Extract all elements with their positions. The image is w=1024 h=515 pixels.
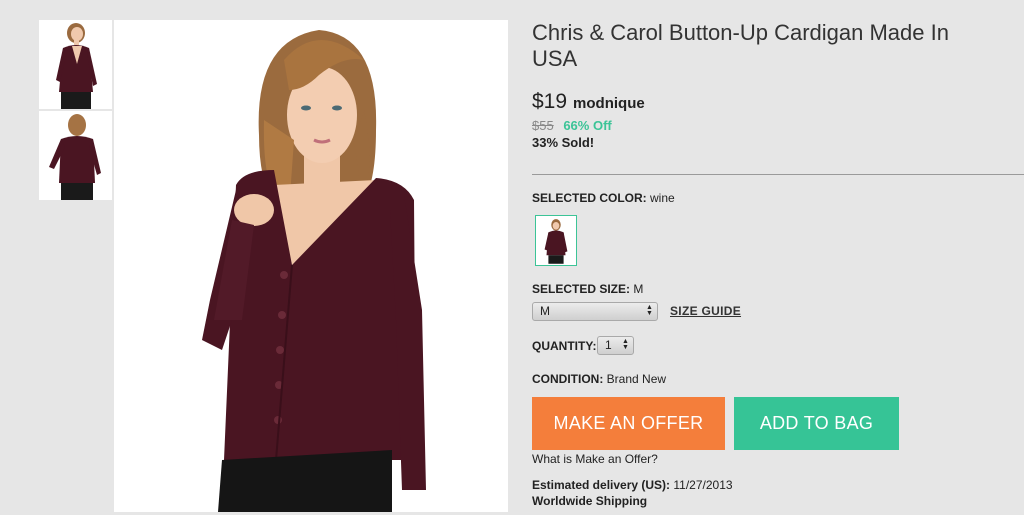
add-to-bag-button[interactable]: ADD TO BAG (734, 397, 899, 450)
worldwide-shipping: Worldwide Shipping (532, 494, 648, 508)
selected-size-value: M (633, 282, 644, 296)
size-select-value: M (540, 304, 550, 318)
discount-row: $55 66% Off (532, 118, 1024, 133)
estimated-delivery: Estimated delivery (US): 11/27/2013 (532, 478, 733, 492)
product-title: Chris & Carol Button-Up Cardigan Made In… (532, 20, 949, 71)
color-swatch-wine[interactable] (535, 215, 577, 266)
price-row: $19 modnique (532, 90, 1024, 114)
original-price: $55 (532, 118, 554, 133)
selected-size-label: SELECTED SIZE: (532, 282, 631, 296)
condition-label: CONDITION: (532, 372, 604, 386)
quantity-label-row: QUANTITY: (532, 339, 596, 353)
quantity-select[interactable]: 1 ▲ ▼ (597, 336, 634, 355)
model-cardigan-image (114, 20, 508, 512)
thumbnail-front[interactable] (39, 20, 112, 109)
selected-color-value: wine (650, 191, 675, 205)
color-swatch-image (537, 217, 575, 264)
selected-color: SELECTED COLOR: wine (532, 191, 675, 205)
product-info: Chris & Carol Button-Up Cardigan Made In… (532, 20, 1024, 150)
quantity-value: 1 (605, 338, 612, 352)
sold-percentage: 33% Sold! (532, 135, 595, 150)
selected-size: SELECTED SIZE: M (532, 282, 643, 296)
select-arrows-icon: ▲ ▼ (622, 338, 629, 351)
model-back-thumb-image (39, 111, 112, 200)
delivery-label: Estimated delivery (US): (532, 478, 671, 492)
model-front-thumb-image (39, 20, 112, 109)
quantity-label: QUANTITY: (532, 339, 597, 353)
sale-price: $19 (532, 90, 568, 113)
size-guide-link[interactable]: SIZE GUIDE (670, 304, 741, 318)
selected-color-label: SELECTED COLOR: (532, 191, 647, 205)
make-offer-button[interactable]: MAKE AN OFFER (532, 397, 725, 450)
condition: CONDITION: Brand New (532, 372, 666, 386)
brand-name: modnique (573, 95, 645, 112)
percent-off: 66% Off (563, 118, 612, 133)
product-page: Chris & Carol Button-Up Cardigan Made In… (0, 0, 1024, 515)
thumbnail-back[interactable] (39, 111, 112, 200)
delivery-date: 11/27/2013 (673, 478, 733, 492)
what-is-make-offer-link[interactable]: What is Make an Offer? (532, 452, 658, 466)
main-product-image[interactable] (114, 20, 508, 512)
condition-value: Brand New (606, 372, 667, 386)
divider (532, 174, 1024, 175)
size-select[interactable]: M ▲ ▼ (532, 302, 658, 321)
select-arrows-icon: ▲ ▼ (646, 304, 653, 317)
